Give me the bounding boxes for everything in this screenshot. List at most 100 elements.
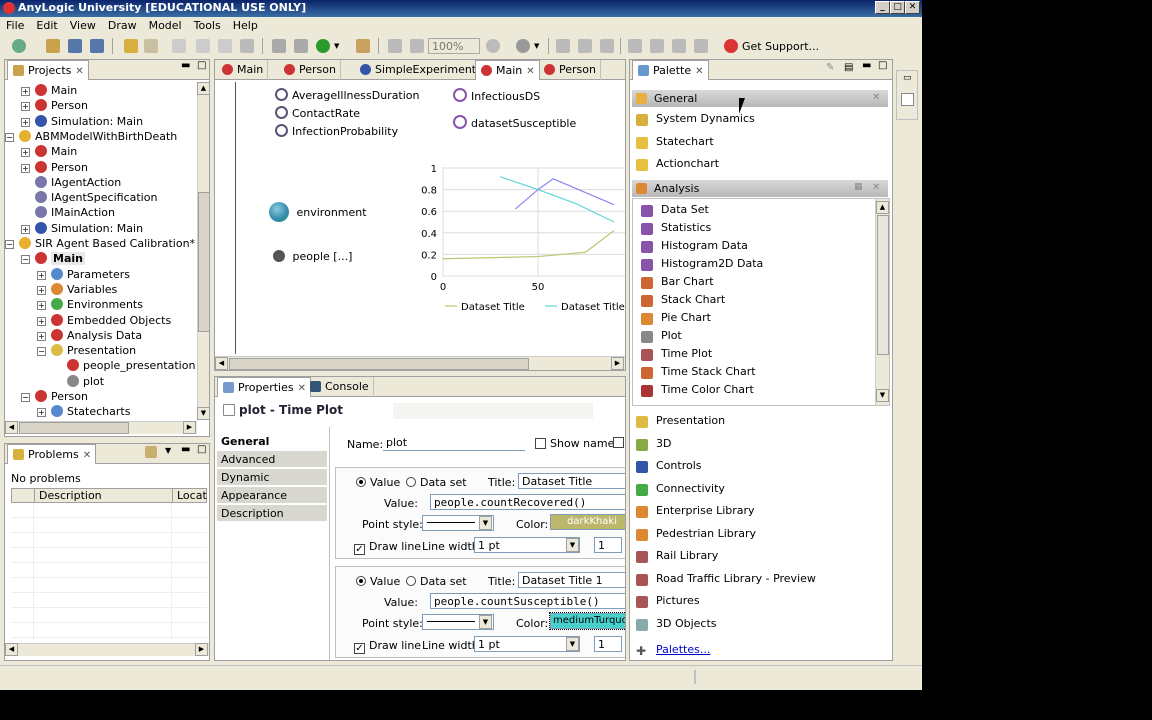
palette-section[interactable]: Presentation	[634, 414, 725, 432]
tree-item[interactable]: + Embedded Objects	[37, 313, 171, 329]
tree-vertical-scrollbar[interactable]: ▲ ▼	[197, 82, 210, 420]
close-icon[interactable]: ✕	[872, 182, 880, 193]
dataset-item[interactable]: datasetSusceptible	[453, 115, 576, 130]
redo-icon[interactable]	[144, 39, 158, 53]
scroll-left-icon[interactable]: ◀	[5, 421, 18, 434]
scroll-up-icon[interactable]: ▲	[197, 82, 210, 95]
scroll-thumb[interactable]	[198, 192, 210, 332]
ds1-color-field[interactable]: darkKhaki	[550, 514, 625, 530]
zoom-in-icon[interactable]	[410, 39, 424, 53]
tree-item[interactable]: + Statecharts	[37, 405, 130, 420]
zoom-field[interactable]: 100%	[428, 38, 480, 54]
hscroll-thumb[interactable]	[19, 422, 129, 434]
align-icon[interactable]	[556, 39, 570, 53]
dropdown-arrow-icon[interactable]: ▼	[566, 637, 579, 651]
dropdown-arrow-icon[interactable]: ▼	[479, 516, 492, 530]
menu-view[interactable]: View	[64, 17, 102, 34]
graphical-editor-canvas[interactable]: AverageIllnessDuration ContactRate Infecti…	[215, 82, 625, 356]
palette-item[interactable]: Time Stack Chart	[639, 365, 756, 383]
nav-appearance[interactable]: Appearance	[217, 487, 327, 504]
scroll-left-icon[interactable]: ◀	[5, 643, 18, 656]
expand-icon[interactable]: +	[37, 408, 46, 418]
expand-icon[interactable]: +	[37, 301, 46, 311]
snap-icon[interactable]	[600, 39, 614, 53]
outline-view-icon[interactable]	[901, 93, 914, 106]
col-description[interactable]: Description	[34, 489, 172, 502]
people-population-item[interactable]: people [...]	[273, 250, 352, 263]
minimize-view-icon[interactable]: ▬	[181, 60, 190, 71]
ds2-line-width-select[interactable]: 1 pt	[474, 636, 580, 652]
scroll-right-icon[interactable]: ▶	[183, 421, 196, 434]
tree-item[interactable]: IAgentSpecification	[35, 191, 157, 206]
palette-section[interactable]: Controls	[634, 459, 702, 477]
palette-section[interactable]: Connectivity	[634, 482, 725, 500]
dropdown-arrow-icon[interactable]: ▼	[479, 615, 492, 629]
time-plot-chart[interactable]: 0 0.2 0.4 0.6 0.8 1 0 50 Dataset Title Dataset Ti…	[405, 160, 625, 320]
tree-item[interactable]: + Main	[21, 145, 77, 160]
palette-item[interactable]: Histogram Data	[639, 239, 748, 257]
new-model-icon[interactable]	[12, 39, 26, 53]
tab-problems[interactable]: Problems ✕	[7, 444, 97, 464]
tree-item[interactable]: + Analysis Data	[37, 328, 142, 344]
minimize-view-icon[interactable]: ▬	[181, 444, 190, 455]
ds1-line-width-select[interactable]: 1 pt	[474, 537, 580, 553]
menu-help[interactable]: Help	[227, 17, 264, 34]
scroll-left-icon[interactable]: ◀	[215, 357, 228, 370]
ignore-checkbox[interactable]	[613, 437, 624, 448]
tree-item[interactable]: + Simulation: Main	[21, 221, 143, 237]
expand-icon[interactable]: +	[37, 270, 46, 280]
palette-section[interactable]: 3D	[634, 437, 671, 455]
tab-projects[interactable]: Projects ✕	[7, 60, 89, 80]
tab-main-active[interactable]: Main ✕	[475, 60, 540, 80]
menu-model[interactable]: Model	[143, 17, 188, 34]
tree-item[interactable]: + Person	[21, 160, 88, 176]
pin-icon[interactable]: ✎	[826, 62, 834, 73]
menu-draw[interactable]: Draw	[102, 17, 143, 34]
locate-dropdown-icon[interactable]: ▼	[534, 39, 542, 53]
maximize-view-icon[interactable]: □	[878, 60, 887, 71]
palette-item[interactable]: Stack Chart	[639, 293, 725, 311]
nav-advanced[interactable]: Advanced	[217, 451, 327, 468]
palette-section[interactable]: Road Traffic Library - Preview	[634, 572, 816, 590]
scroll-up-icon[interactable]: ▲	[876, 201, 889, 214]
tree-item[interactable]: + Main	[21, 84, 77, 99]
save-icon[interactable]	[68, 39, 82, 53]
palette-item[interactable]: Pie Chart	[639, 311, 711, 329]
tree-item[interactable]: + Parameters	[37, 267, 130, 283]
copy-icon[interactable]	[196, 39, 210, 53]
palette-item[interactable]: Histogram2D Data	[639, 257, 763, 275]
expand-icon[interactable]: +	[21, 117, 30, 127]
expand-icon[interactable]: +	[37, 285, 46, 295]
tree-item[interactable]: people_presentation	[67, 359, 195, 374]
open-icon[interactable]	[46, 39, 60, 53]
tab-person-2[interactable]: Person	[539, 60, 601, 80]
ds2-dataset-radio[interactable]: Data set	[406, 575, 467, 588]
build-icon[interactable]	[272, 39, 286, 53]
palette-item[interactable]: Time Plot	[639, 347, 712, 365]
tree-item[interactable]: + Variables	[37, 282, 117, 298]
debug-icon[interactable]	[356, 39, 370, 53]
ds2-color-field[interactable]: mediumTurquo...	[549, 612, 625, 630]
tree-item[interactable]: IMainAction	[35, 206, 115, 221]
palette-section[interactable]: Enterprise Library	[634, 504, 755, 522]
tree-horizontal-scrollbar[interactable]: ◀ ▶	[5, 421, 197, 434]
nav-description[interactable]: Description	[217, 505, 327, 522]
grid-icon[interactable]	[578, 39, 592, 53]
zoom-fit-icon[interactable]	[388, 39, 402, 53]
undo-icon[interactable]	[124, 39, 138, 53]
tab-console[interactable]: Console	[305, 377, 374, 397]
palette-item[interactable]: Plot	[639, 329, 682, 347]
tab-properties[interactable]: Properties ✕	[217, 377, 311, 397]
close-icon[interactable]: ✕	[83, 450, 91, 461]
menu-file[interactable]: File	[0, 17, 30, 34]
tab-main[interactable]: Main	[217, 60, 269, 80]
ds1-line-count[interactable]: 1	[594, 537, 622, 553]
ungroup-icon[interactable]	[694, 39, 708, 53]
tree-item[interactable]: plot	[67, 374, 104, 390]
problems-hscrollbar[interactable]: ◀ ▶	[5, 643, 209, 656]
zoom-tool-icon[interactable]	[486, 39, 500, 53]
palette-section[interactable]: Pedestrian Library	[634, 527, 756, 545]
filter-icon[interactable]	[145, 446, 157, 458]
close-icon[interactable]: ✕	[695, 66, 703, 77]
expand-icon[interactable]: +	[37, 331, 46, 341]
